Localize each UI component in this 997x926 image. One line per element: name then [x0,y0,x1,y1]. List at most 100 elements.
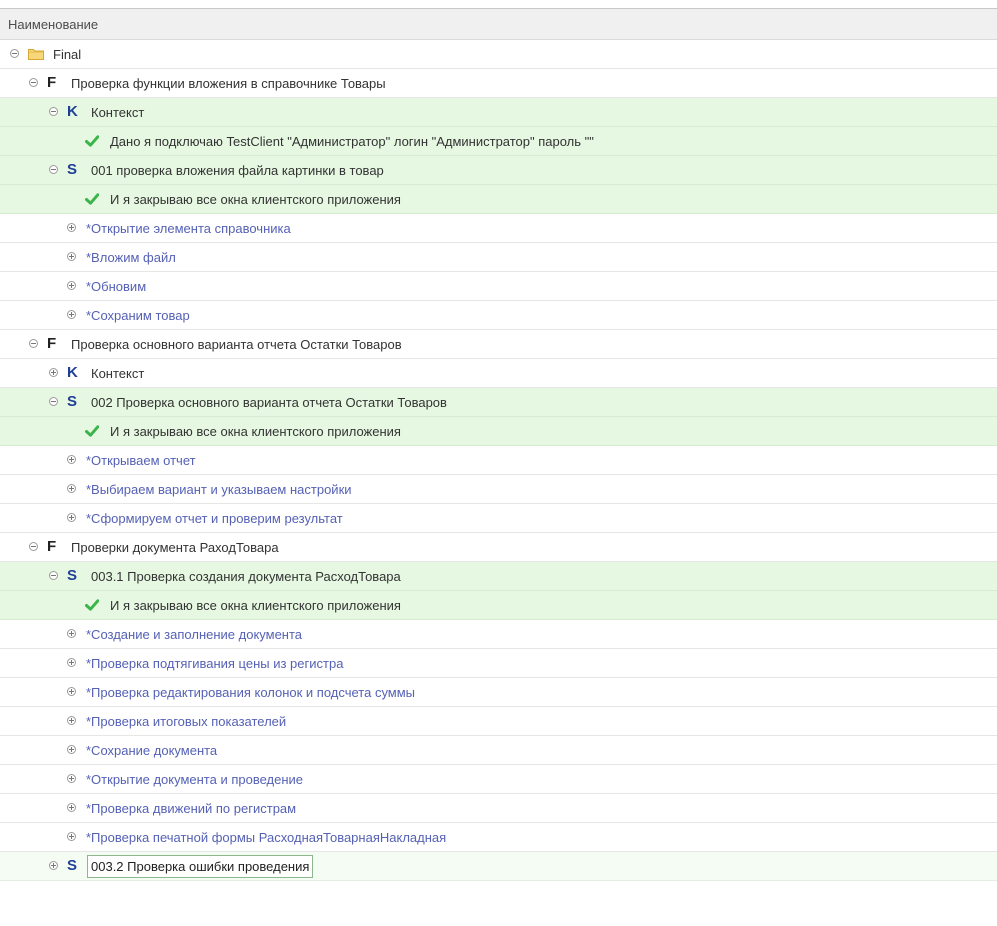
collapse-icon[interactable] [29,339,38,348]
tree-row-step[interactable]: И я закрываю все окна клиентского прилож… [0,417,997,446]
tree-row-label[interactable]: *Проверка редактирования колонок и подсч… [86,684,415,701]
tree-row-label: Проверка функции вложения в справочнике … [71,76,386,91]
tree-row-step[interactable]: И я закрываю все окна клиентского прилож… [0,185,997,214]
expand-icon[interactable] [49,861,58,870]
context-icon: K [67,364,78,381]
tree-row-group[interactable]: *Открытие элемента справочника [0,214,997,243]
check-icon [85,599,99,611]
scenario-icon: S [67,567,78,584]
check-icon [85,135,99,147]
tree-row-group[interactable]: *Проверка движений по регистрам [0,794,997,823]
tree-row-label[interactable]: *Обновим [86,278,146,295]
expand-icon[interactable] [67,223,76,232]
feature-icon: F [47,335,57,352]
tree-row-scenario[interactable]: S 003.1 Проверка создания документа Расхо… [0,562,997,591]
tree-row-scenario[interactable]: S 002 Проверка основного варианта отчета … [0,388,997,417]
collapse-icon[interactable] [49,571,58,580]
feature-icon: F [47,538,57,555]
expand-icon[interactable] [67,687,76,696]
tree-row-label[interactable]: *Открытие элемента справочника [86,220,291,237]
tree-row-group[interactable]: *Открытие документа и проведение [0,765,997,794]
collapse-icon[interactable] [49,107,58,116]
tree-row-label[interactable]: *Проверка итоговых показателей [86,713,286,730]
tree-row-feature[interactable]: F Проверки документа РаходТовара [0,533,997,562]
tree-row-group[interactable]: *Сохрание документа [0,736,997,765]
expand-icon[interactable] [67,281,76,290]
tree-row-label: Контекст [91,105,145,120]
tree-row-label[interactable]: *Создание и заполнение документа [86,626,302,643]
column-header-label: Наименование [8,17,99,32]
tree-row-group[interactable]: *Выбираем вариант и указываем настройки [0,475,997,504]
tree-row-label: И я закрываю все окна клиентского прилож… [110,424,401,439]
expand-icon[interactable] [67,310,76,319]
expand-icon[interactable] [67,484,76,493]
tree-row-context[interactable]: K Контекст [0,98,997,127]
scenario-icon: S [67,161,78,178]
tree-row-label: Контекст [91,366,145,381]
tree-row-label: Проверка основного варианта отчета Остат… [71,337,402,352]
column-header[interactable]: Наименование [0,9,997,40]
expand-icon[interactable] [67,513,76,522]
tree-row-label[interactable]: *Открываем отчет [86,452,196,469]
tree-row-step[interactable]: Дано я подключаю TestClient "Администрат… [0,127,997,156]
context-icon: K [67,103,78,120]
expand-icon[interactable] [67,629,76,638]
expand-icon[interactable] [67,252,76,261]
tree-row-group[interactable]: *Сохраним товар [0,301,997,330]
check-icon [85,425,99,437]
tree-row-scenario[interactable]: S 001 проверка вложения файла картинки в … [0,156,997,185]
expand-icon[interactable] [67,745,76,754]
tree-row-feature[interactable]: F Проверка функции вложения в справочнике… [0,69,997,98]
tree-row-group[interactable]: *Проверка итоговых показателей [0,707,997,736]
scenario-tree: Final F Проверка функции вложения в справо… [0,40,997,881]
expand-icon[interactable] [67,832,76,841]
tree-row-label[interactable]: *Проверка подтягивания цены из регистра [86,655,343,672]
collapse-icon[interactable] [10,49,19,58]
tree-row-label: 003.1 Проверка создания документа Расход… [91,569,401,584]
tree-row-group[interactable]: *Обновим [0,272,997,301]
tree-row-label: Дано я подключаю TestClient "Администрат… [110,134,594,149]
check-icon [85,193,99,205]
feature-icon: F [47,74,57,91]
collapse-icon[interactable] [29,78,38,87]
tree-row-label[interactable]: *Проверка движений по регистрам [86,800,296,817]
tree-row-step[interactable]: И я закрываю все окна клиентского прилож… [0,591,997,620]
tree-row-group[interactable]: *Открываем отчет [0,446,997,475]
tree-row-label[interactable]: *Сформируем отчет и проверим результат [86,510,343,527]
tree-row-label: 003.2 Проверка ошибки проведения [87,855,314,878]
collapse-icon[interactable] [49,165,58,174]
tree-row-label[interactable]: *Выбираем вариант и указываем настройки [86,481,352,498]
expand-icon[interactable] [67,716,76,725]
folder-icon [28,49,44,60]
tree-row-label: 002 Проверка основного варианта отчета О… [91,395,447,410]
scenario-icon: S [67,857,78,874]
expand-icon[interactable] [67,658,76,667]
tree-row-label[interactable]: *Открытие документа и проведение [86,771,303,788]
scenario-icon: S [67,393,78,410]
expand-icon[interactable] [67,774,76,783]
tree-row-folder[interactable]: Final [0,40,997,69]
collapse-icon[interactable] [49,397,58,406]
tree-row-context[interactable]: K Контекст [0,359,997,388]
expand-icon[interactable] [67,803,76,812]
collapse-icon[interactable] [29,542,38,551]
tree-row-group[interactable]: *Проверка печатной формы РасходнаяТоварн… [0,823,997,852]
tree-row-group[interactable]: *Вложим файл [0,243,997,272]
tree-row-feature[interactable]: F Проверка основного варианта отчета Оста… [0,330,997,359]
tree-row-group[interactable]: *Сформируем отчет и проверим результат [0,504,997,533]
expand-icon[interactable] [49,368,58,377]
tree-row-label[interactable]: *Вложим файл [86,249,176,266]
tree-row-label: И я закрываю все окна клиентского прилож… [110,192,401,207]
tree-row-label: 001 проверка вложения файла картинки в т… [91,163,384,178]
tree-row-group[interactable]: *Проверка редактирования колонок и подсч… [0,678,997,707]
tree-row-label[interactable]: *Сохраним товар [86,307,190,324]
tree-row-label[interactable]: *Проверка печатной формы РасходнаяТоварн… [86,829,446,846]
expand-icon[interactable] [67,455,76,464]
tree-row-label[interactable]: *Сохрание документа [86,742,217,759]
tree-row-label: И я закрываю все окна клиентского прилож… [110,598,401,613]
tree-row-label: Проверки документа РаходТовара [71,540,279,555]
tree-row-group[interactable]: *Создание и заполнение документа [0,620,997,649]
tree-row-scenario[interactable]: S 003.2 Проверка ошибки проведения [0,852,997,881]
tree-row-label: Final [53,47,82,62]
tree-row-group[interactable]: *Проверка подтягивания цены из регистра [0,649,997,678]
